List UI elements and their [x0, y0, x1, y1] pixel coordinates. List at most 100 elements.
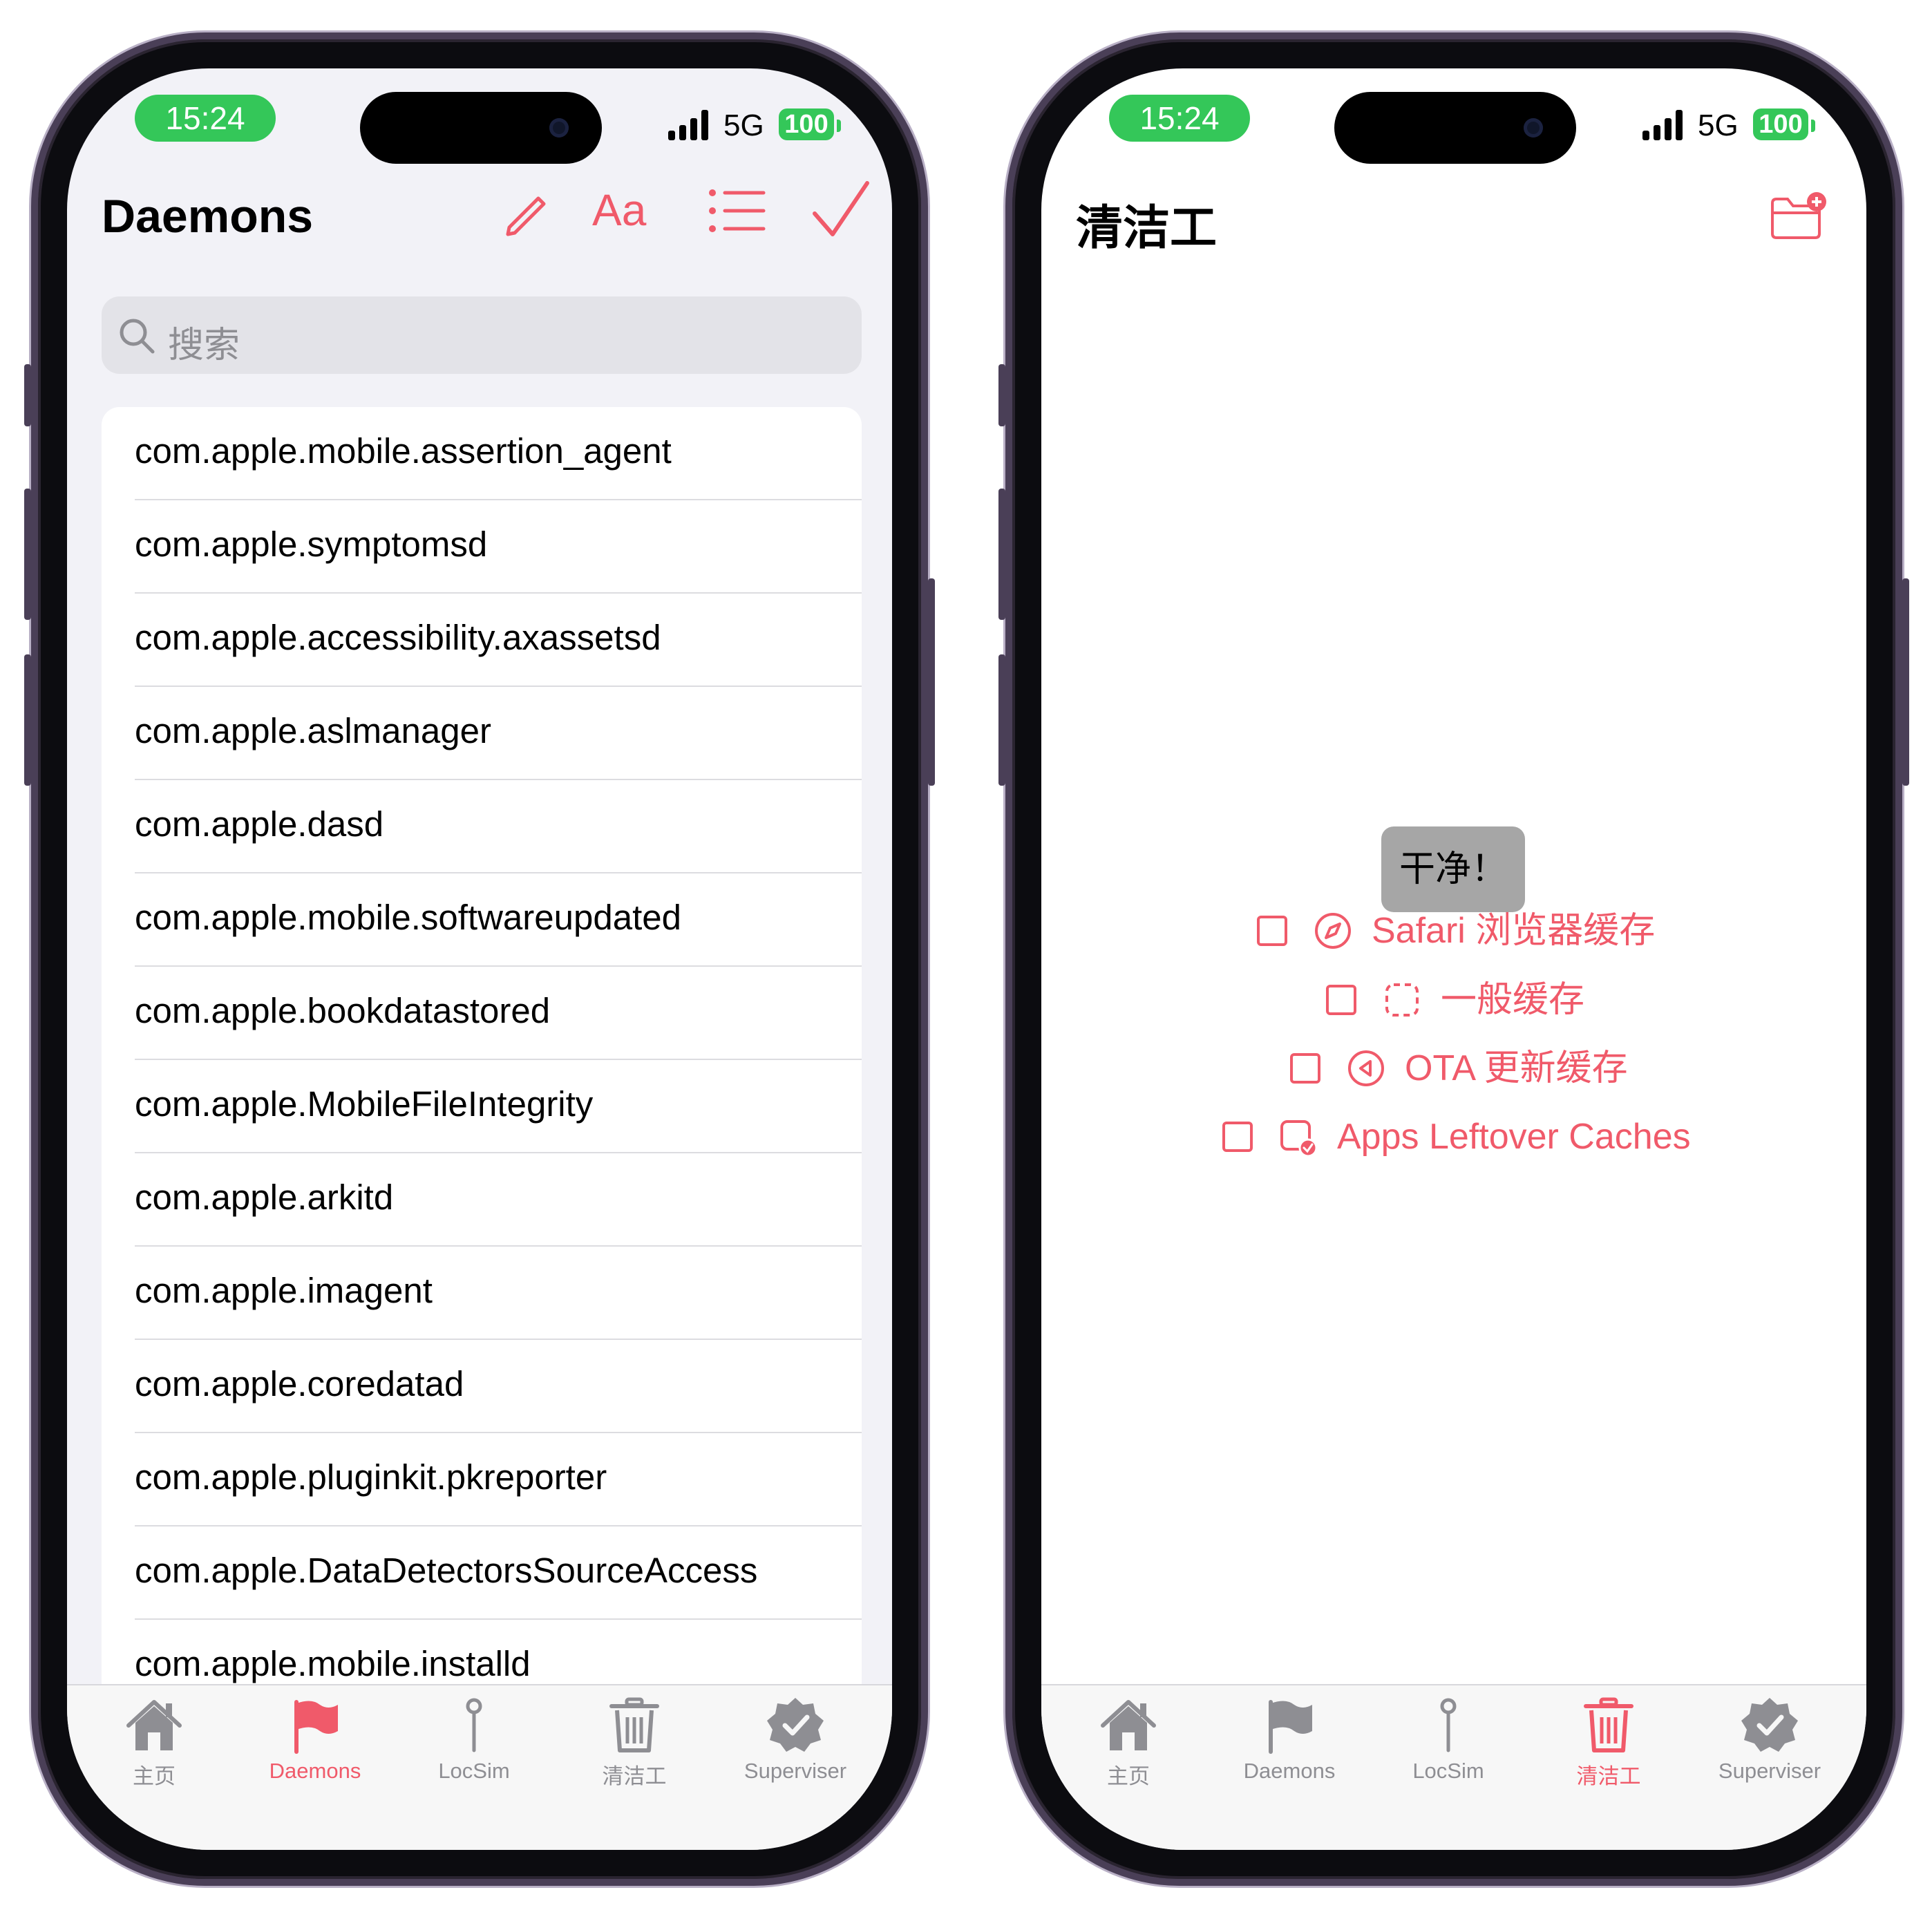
battery-icon: 100	[779, 108, 834, 140]
checkbox[interactable]	[1290, 1053, 1320, 1084]
house-icon	[1052, 1695, 1204, 1755]
daemon-label: com.apple.mobile.softwareupdated	[135, 898, 681, 937]
option-ota-cache[interactable]: OTA 更新缓存	[1290, 1046, 1629, 1095]
tab-superviser[interactable]: Superviser	[719, 1695, 871, 1813]
list-item[interactable]: com.apple.bookdatastored	[102, 967, 862, 1060]
pin-icon	[1372, 1695, 1524, 1755]
option-safari-cache[interactable]: Safari 浏览器缓存	[1257, 909, 1665, 957]
volume-up-button	[24, 489, 31, 620]
tab-清洁工[interactable]: 清洁工	[558, 1695, 710, 1813]
volume-down-button	[998, 654, 1005, 786]
search-field[interactable]: 搜索	[102, 296, 862, 374]
camera-icon	[1524, 118, 1543, 138]
signal-icon	[1642, 110, 1687, 140]
phone-cleaner: 15:24 5G 100 清洁工 干净！ Safari 浏览器缓存 一般缓存 O…	[998, 32, 1909, 1886]
tab-locsim[interactable]: LocSim	[398, 1695, 550, 1813]
volume-up-button	[998, 489, 1005, 620]
list-item[interactable]: com.apple.accessibility.axassetsd	[102, 594, 862, 687]
list-item[interactable]: com.apple.arkitd	[102, 1153, 862, 1247]
battery-icon: 100	[1753, 108, 1808, 140]
option-label: OTA 更新缓存	[1405, 1048, 1628, 1088]
tab-superviser[interactable]: Superviser	[1694, 1695, 1846, 1813]
action-button	[998, 364, 1005, 426]
tab-locsim[interactable]: LocSim	[1372, 1695, 1524, 1813]
page-title: 清洁工	[1076, 202, 1218, 254]
dynamic-island	[360, 92, 602, 164]
checkbox[interactable]	[1222, 1122, 1253, 1152]
search-placeholder: 搜索	[168, 325, 240, 366]
daemon-label: com.apple.aslmanager	[135, 711, 491, 750]
side-button	[1902, 578, 1909, 786]
trash-icon	[1533, 1695, 1685, 1755]
tab-bar: 主页 Daemons LocSim 清洁工 Superviser	[1041, 1684, 1866, 1850]
compass-icon	[1315, 913, 1351, 949]
daemon-label: com.apple.dasd	[135, 804, 384, 844]
network-label: 5G	[1698, 108, 1739, 142]
status-time: 15:24	[1109, 95, 1250, 142]
side-button	[928, 578, 935, 786]
daemon-label: com.apple.DataDetectorsSourceAccess	[135, 1551, 758, 1590]
network-label: 5G	[723, 108, 764, 142]
list-item[interactable]: com.apple.pluginkit.pkreporter	[102, 1433, 862, 1526]
list-item[interactable]: com.apple.aslmanager	[102, 687, 862, 780]
pin-icon	[398, 1695, 550, 1755]
pencil-icon[interactable]	[495, 172, 558, 248]
tab-daemons[interactable]: Daemons	[239, 1695, 391, 1813]
list-item[interactable]: com.apple.mobile.softwareupdated	[102, 873, 862, 967]
tab-清洁工[interactable]: 清洁工	[1533, 1695, 1685, 1813]
list-item[interactable]: com.apple.MobileFileIntegrity	[102, 1060, 862, 1153]
search-icon	[120, 319, 155, 354]
dashed-square-icon	[1385, 983, 1419, 1017]
tab-label: 主页	[133, 1764, 176, 1788]
list-item[interactable]: com.apple.dasd	[102, 780, 862, 873]
daemon-label: com.apple.mobile.installd	[135, 1644, 531, 1683]
phone-daemons: 15:24 5G 100 Daemons Aa 搜索 com.apple.mob…	[24, 32, 935, 1886]
tab-label: Superviser	[1718, 1759, 1821, 1783]
tab-label: 清洁工	[602, 1764, 667, 1788]
tab-主页[interactable]: 主页	[1052, 1695, 1204, 1813]
flag-icon	[1213, 1695, 1365, 1755]
tab-label: Daemons	[269, 1759, 361, 1783]
checkmark-seal-icon	[719, 1695, 871, 1755]
tab-label: LocSim	[1412, 1759, 1484, 1783]
list-icon[interactable]	[700, 172, 776, 248]
flag-icon	[239, 1695, 391, 1755]
clean-button[interactable]: 干净！	[1381, 826, 1525, 912]
status-time: 15:24	[135, 95, 276, 142]
list-item[interactable]: com.apple.symptomsd	[102, 500, 862, 594]
list-item[interactable]: com.apple.coredatad	[102, 1340, 862, 1433]
checkbox[interactable]	[1326, 985, 1356, 1015]
action-button	[24, 364, 31, 426]
house-icon	[78, 1695, 230, 1755]
daemon-label: com.apple.arkitd	[135, 1178, 394, 1217]
list-item[interactable]: com.apple.mobile.assertion_agent	[102, 407, 862, 500]
list-item[interactable]: com.apple.imagent	[102, 1247, 862, 1340]
screen: 15:24 5G 100 Daemons Aa 搜索 com.apple.mob…	[67, 68, 892, 1850]
tab-主页[interactable]: 主页	[78, 1695, 230, 1813]
daemon-label: com.apple.bookdatastored	[135, 991, 551, 1030]
checkmark-icon[interactable]	[806, 172, 875, 248]
tab-label: 清洁工	[1576, 1764, 1641, 1788]
daemon-label: com.apple.MobileFileIntegrity	[135, 1084, 594, 1124]
app-badge-check-icon	[1280, 1120, 1318, 1157]
camera-icon	[549, 118, 569, 138]
daemon-list: com.apple.mobile.assertion_agent com.appl…	[102, 407, 862, 1720]
daemon-label: com.apple.symptomsd	[135, 524, 488, 564]
checkmark-seal-icon	[1694, 1695, 1846, 1755]
daemon-label: com.apple.mobile.assertion_agent	[135, 431, 672, 471]
page-title: Daemons	[102, 190, 314, 243]
folder-add-icon[interactable]	[1767, 189, 1829, 245]
checkbox[interactable]	[1257, 916, 1287, 946]
list-item[interactable]: com.apple.DataDetectorsSourceAccess	[102, 1526, 862, 1620]
daemon-label: com.apple.imagent	[135, 1271, 433, 1310]
option-apps-leftover[interactable]: Apps Leftover Caches	[1222, 1115, 1706, 1163]
rewind-circle-icon	[1348, 1050, 1384, 1086]
daemon-label: com.apple.pluginkit.pkreporter	[135, 1457, 607, 1497]
tab-label: Superviser	[744, 1759, 847, 1783]
font-size-button[interactable]: Aa	[592, 172, 668, 248]
option-label: Safari 浏览器缓存	[1372, 911, 1656, 951]
tab-daemons[interactable]: Daemons	[1213, 1695, 1365, 1813]
tab-label: LocSim	[438, 1759, 510, 1783]
tab-label: 主页	[1107, 1764, 1150, 1788]
option-general-cache[interactable]: 一般缓存	[1326, 978, 1595, 1026]
